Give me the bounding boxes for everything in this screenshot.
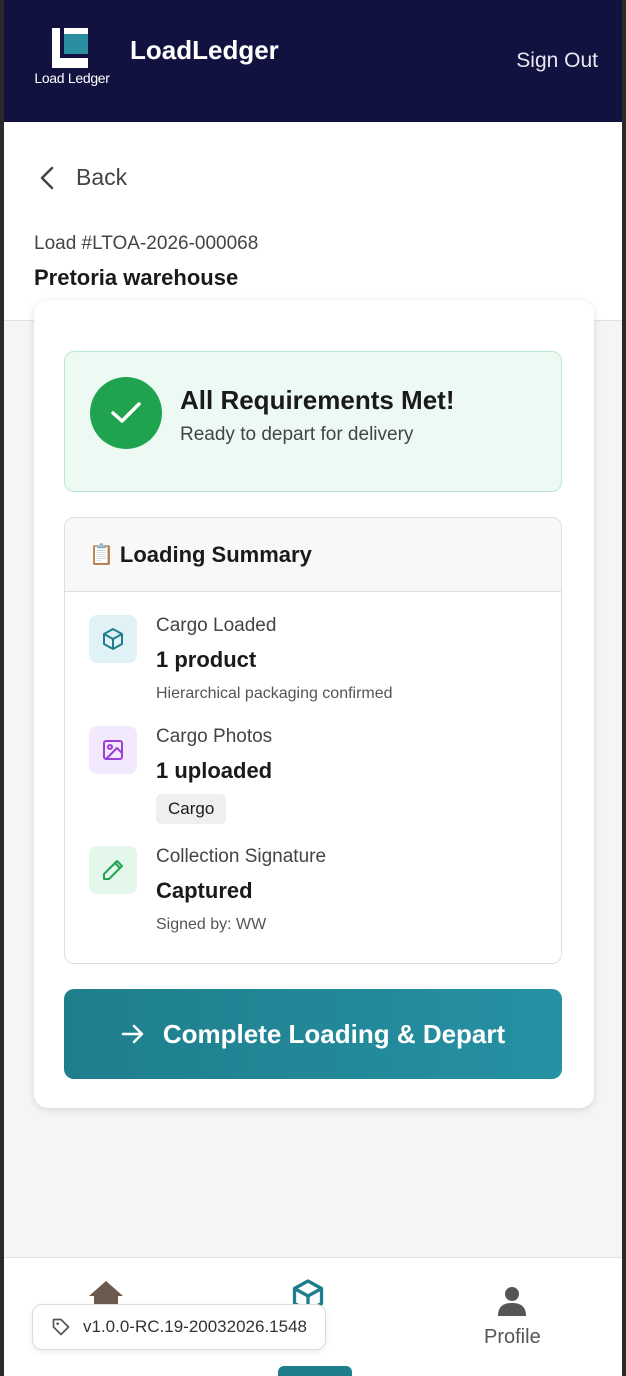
item-value: Captured [156,878,253,903]
load-id: Load #LTOA-2026-000068 [34,233,259,254]
item-label: Collection Signature [156,846,327,867]
logo-mark-icon [52,28,88,68]
item-value: 1 product [156,647,257,672]
loading-summary: 📋 Loading Summary Cargo Loaded 1 product… [64,517,562,964]
app-logo: Load Ledger [32,28,110,90]
check-circle-icon [90,377,162,449]
item-label: Cargo Loaded [156,615,277,636]
nav-profile[interactable]: Profile [484,1286,541,1349]
item-note: Signed by: WW [156,916,267,933]
user-icon [498,1287,527,1316]
summary-header: 📋 Loading Summary [65,518,561,592]
app-frame: Load Ledger LoadLedger Sign Out Back Loa… [0,0,626,1376]
load-location: Pretoria warehouse [34,265,239,290]
photo-tag: Cargo [156,794,227,824]
loading-card: All Requirements Met! Ready to depart fo… [34,300,594,1108]
depart-label: Complete Loading & Depart [162,1018,506,1049]
arrow-right-icon [121,1024,144,1044]
complete-loading-depart-button[interactable]: Complete Loading & Depart [64,989,562,1079]
image-icon [89,726,137,774]
tag-icon [52,1318,70,1336]
pencil-icon [89,846,137,894]
clipboard-icon: 📋 [89,544,114,566]
version-badge: v1.0.0-RC.19-20032026.1548 [32,1304,326,1350]
status-title: All Requirements Met! [180,385,455,415]
nav-profile-label: Profile [484,1326,541,1348]
app-header: Load Ledger LoadLedger Sign Out [4,0,622,122]
status-subtitle: Ready to depart for delivery [180,424,414,445]
back-label: Back [76,164,128,190]
logo-caption: Load Ledger [34,70,110,86]
item-note: Hierarchical packaging confirmed [156,685,393,702]
requirements-met-banner: All Requirements Met! Ready to depart fo… [64,351,562,492]
chevron-left-icon [40,166,54,189]
load-subheader: Back Load #LTOA-2026-000068 Pretoria war… [4,122,622,321]
box-icon [89,615,137,663]
sign-out-button[interactable]: Sign Out [516,49,598,73]
app-brand: LoadLedger [130,34,279,65]
version-text: v1.0.0-RC.19-20032026.1548 [83,1317,307,1336]
active-tab-indicator [278,1366,352,1376]
item-label: Cargo Photos [156,726,273,747]
item-value: 1 uploaded [156,758,273,783]
summary-title: Loading Summary [119,541,312,567]
back-button[interactable]: Back [40,164,127,191]
